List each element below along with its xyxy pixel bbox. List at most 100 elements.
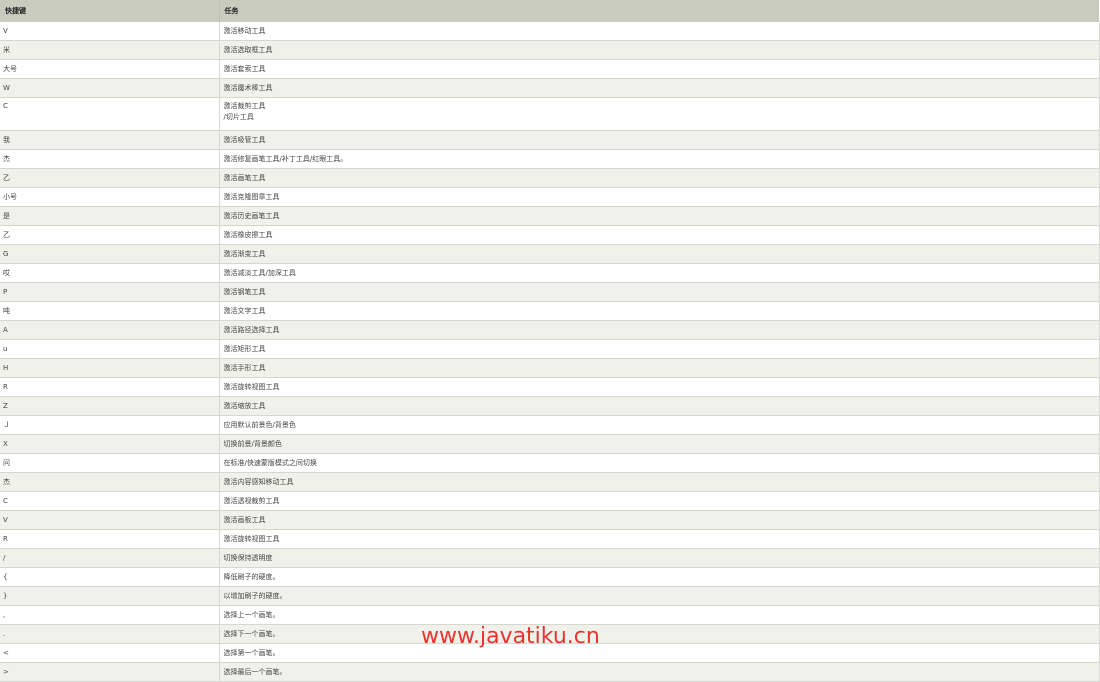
task-cell: 激活裁剪工具 /切片工具 xyxy=(219,97,1100,131)
task-cell: 激活旋转视图工具 xyxy=(219,377,1100,397)
task-cell: 激活透视裁剪工具 xyxy=(219,491,1100,511)
shortcut-key-cell: 乙 xyxy=(0,168,220,188)
table-header-row: 快捷键 任务 xyxy=(0,0,1099,22)
table-row: 问在标准/快速蒙版模式之间切换 xyxy=(0,453,1100,473)
table-row: > 选择最后一个画笔。 xyxy=(0,662,1100,682)
table-row: 是激活历史画笔工具 xyxy=(0,206,1100,226)
shortcut-key-cell: 乙 xyxy=(0,225,220,245)
table-row: 大号 激活套索工具 xyxy=(0,59,1100,79)
task-cell: 激活文字工具 xyxy=(219,301,1100,321)
table-row: 米激活选取框工具 xyxy=(0,40,1100,60)
table-row: 我激活吸管工具 xyxy=(0,130,1100,150)
table-row: A 激活路径选择工具 xyxy=(0,320,1100,340)
shortcut-key-cell: < xyxy=(0,643,220,663)
shortcut-key-cell: , xyxy=(0,605,220,625)
watermark: www.javatiku.cn xyxy=(421,624,600,649)
shortcut-key-cell: 大号 xyxy=(0,59,220,79)
table-row: C 激活裁剪工具 /切片工具 xyxy=(0,97,1100,131)
table-row: P 激活钢笔工具 xyxy=(0,282,1100,302)
shortcut-key-cell: V xyxy=(0,510,220,530)
shortcut-key-cell: P xyxy=(0,282,220,302)
task-cell: 以增加刷子的硬度。 xyxy=(219,586,1100,606)
task-cell: 激活套索工具 xyxy=(219,59,1100,79)
shortcut-key-cell: C xyxy=(0,97,220,131)
table-row: } 以增加刷子的硬度。 xyxy=(0,586,1100,606)
shortcut-key-cell: 问 xyxy=(0,453,220,473)
shortcut-key-cell: . xyxy=(0,624,220,644)
shortcut-key-cell: } xyxy=(0,586,220,606)
task-cell: 激活选取框工具 xyxy=(219,40,1100,60)
shortcut-key-cell: 吨 xyxy=(0,301,220,321)
table-row: H 激活手形工具 xyxy=(0,358,1100,378)
task-cell: 激活橡皮擦工具 xyxy=(219,225,1100,245)
shortcut-key-cell: 杰 xyxy=(0,472,220,492)
table-row: 哎激活减淡工具/加深工具 xyxy=(0,263,1100,283)
task-cell: 选择上一个画笔。 xyxy=(219,605,1100,625)
table-row: V 激活移动工具 xyxy=(0,22,1100,41)
task-cell: 激活修复画笔工具/补丁工具/红眼工具。 xyxy=(219,149,1100,169)
table-row: X 切换前景/背景颜色 xyxy=(0,434,1100,454)
task-cell: 应用默认前景色/背景色 xyxy=(219,415,1100,435)
shortcut-key-cell: Z xyxy=(0,396,220,416)
task-cell: 选择第一个画笔。 xyxy=(219,643,1100,663)
table-row: R 激活旋转视图工具 xyxy=(0,377,1100,397)
table-row: / 切换保持透明度 xyxy=(0,548,1100,568)
table-row: , 选择上一个画笔。 xyxy=(0,605,1100,625)
shortcut-key-cell: 小号 xyxy=(0,187,220,207)
shortcut-key-cell: C xyxy=(0,491,220,511)
shortcut-key-cell: R xyxy=(0,529,220,549)
task-cell: 激活画笔工具 xyxy=(219,168,1100,188)
shortcut-key-cell: W xyxy=(0,78,220,98)
shortcut-key-cell: Ｊ xyxy=(0,415,220,435)
table-row: 吨激活文字工具 xyxy=(0,301,1100,321)
shortcut-key-cell: 米 xyxy=(0,40,220,60)
task-cell: 激活移动工具 xyxy=(219,22,1100,41)
task-cell: 激活吸管工具 xyxy=(219,130,1100,150)
task-cell: 激活画板工具 xyxy=(219,510,1100,530)
table-row: V 激活画板工具 xyxy=(0,510,1100,530)
task-cell: 激活减淡工具/加深工具 xyxy=(219,263,1100,283)
task-cell: 切换保持透明度 xyxy=(219,548,1100,568)
shortcut-key-cell: 是 xyxy=(0,206,220,226)
table-row: 杰激活修复画笔工具/补丁工具/红眼工具。 xyxy=(0,149,1100,169)
header-task: 任务 xyxy=(219,0,1099,22)
shortcut-key-cell: H xyxy=(0,358,220,378)
table-row: W 激活魔术棒工具 xyxy=(0,78,1100,98)
task-cell: 激活克隆图章工具 xyxy=(219,187,1100,207)
table-row: 乙激活画笔工具 xyxy=(0,168,1100,188)
shortcut-key-cell: X xyxy=(0,434,220,454)
task-cell: 激活路径选择工具 xyxy=(219,320,1100,340)
header-shortcut: 快捷键 xyxy=(0,0,220,22)
shortcut-key-cell: u xyxy=(0,339,220,359)
shortcut-key-cell: 我 xyxy=(0,130,220,150)
shortcut-key-cell: { xyxy=(0,567,220,587)
task-cell: 降低刷子的硬度。 xyxy=(219,567,1100,587)
shortcut-key-cell: G xyxy=(0,244,220,264)
shortcut-key-cell: 杰 xyxy=(0,149,220,169)
table-row: G 激活渐变工具 xyxy=(0,244,1100,264)
table-row: {降低刷子的硬度。 xyxy=(0,567,1100,587)
table-row: 杰激活内容感知移动工具 xyxy=(0,472,1100,492)
task-cell: 激活渐变工具 xyxy=(219,244,1100,264)
table-row: C 激活透视裁剪工具 xyxy=(0,491,1100,511)
table-row: u 激活矩形工具 xyxy=(0,339,1100,359)
shortcut-key-cell: / xyxy=(0,548,220,568)
task-cell: 切换前景/背景颜色 xyxy=(219,434,1100,454)
task-cell: 激活魔术棒工具 xyxy=(219,78,1100,98)
task-cell: 激活缩放工具 xyxy=(219,396,1100,416)
shortcut-key-cell: A xyxy=(0,320,220,340)
table-row: 小号 激活克隆图章工具 xyxy=(0,187,1100,207)
task-cell: 在标准/快速蒙版模式之间切换 xyxy=(219,453,1100,473)
task-cell: 激活手形工具 xyxy=(219,358,1100,378)
table-row: R 激活旋转视图工具 xyxy=(0,529,1100,549)
table-row: Z 激活缩放工具 xyxy=(0,396,1100,416)
task-cell: 激活钢笔工具 xyxy=(219,282,1100,302)
shortcut-key-cell: V xyxy=(0,22,220,41)
shortcut-table: 快捷键 任务 V 激活移动工具米激活选取框工具 大号 激活套索工具 W 激活魔术棒工具 C 激… xyxy=(0,0,1100,682)
task-cell: 选择最后一个画笔。 xyxy=(219,662,1100,682)
task-cell: 选择下一个画笔。 xyxy=(219,624,1100,644)
table-row: 乙激活橡皮擦工具 xyxy=(0,225,1100,245)
task-cell: 激活旋转视图工具 xyxy=(219,529,1100,549)
task-cell: 激活历史画笔工具 xyxy=(219,206,1100,226)
shortcut-key-cell: R xyxy=(0,377,220,397)
